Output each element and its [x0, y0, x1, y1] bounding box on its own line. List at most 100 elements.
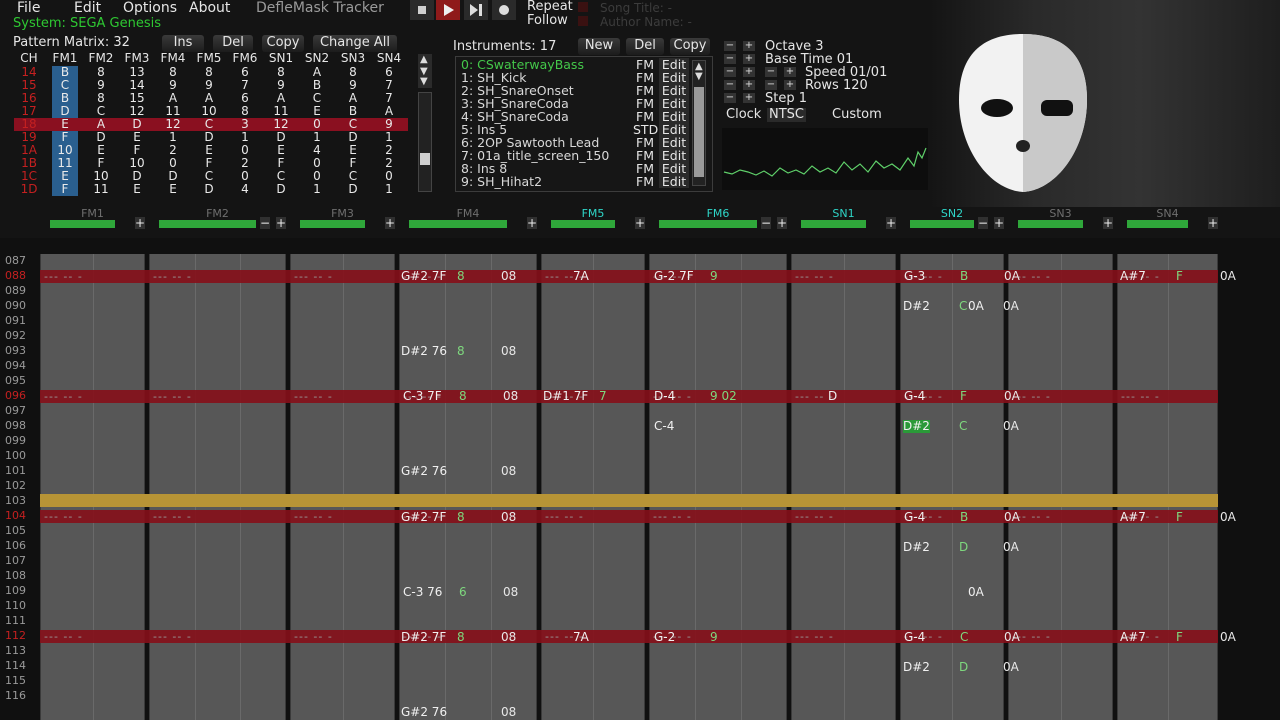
channel-column[interactable]: [649, 254, 787, 720]
note-cell[interactable]: G-3 B 0A: [904, 270, 1034, 283]
ntsc-button[interactable]: NTSC: [767, 108, 806, 122]
channel-mute-toggle[interactable]: [159, 220, 256, 228]
base-time-plus-button[interactable]: +: [743, 54, 755, 64]
expand-channel-button[interactable]: +: [635, 217, 645, 229]
speed1-plus-button[interactable]: +: [743, 67, 755, 77]
follow-toggle[interactable]: [578, 16, 588, 26]
note-cell[interactable]: G#2 76 08: [401, 706, 531, 719]
expand-channel-button[interactable]: +: [994, 217, 1004, 229]
pm-ins-button[interactable]: Ins: [162, 35, 204, 52]
note-cell[interactable]: C-3 7F 8 08: [403, 390, 533, 403]
menu-file[interactable]: File: [17, 0, 40, 16]
repeat-toggle[interactable]: [578, 2, 588, 12]
note-cell[interactable]: G#2 76 08: [401, 465, 531, 478]
instrument-name[interactable]: 9: SH_Hihat2: [461, 175, 542, 188]
rows-plus-button[interactable]: +: [743, 80, 755, 90]
pm-cell[interactable]: 4: [227, 183, 263, 196]
pm-scroll-thumb[interactable]: [420, 153, 430, 165]
expand-channel-button[interactable]: +: [527, 217, 537, 229]
expand-channel-button[interactable]: +: [886, 217, 896, 229]
rows-plus2-button[interactable]: +: [784, 80, 796, 90]
play-button[interactable]: [436, 0, 460, 20]
octave-plus-button[interactable]: +: [743, 41, 755, 51]
note-cell[interactable]: A#7 F 0A: [1120, 511, 1250, 524]
pm-row-index[interactable]: 1D: [11, 183, 47, 196]
note-cell[interactable]: G-2 7F 9: [654, 270, 784, 283]
base-time-minus-button[interactable]: −: [724, 54, 736, 64]
ins-del-button[interactable]: Del: [626, 38, 664, 55]
channel-mute-toggle[interactable]: [1018, 220, 1083, 228]
note-cell[interactable]: G#2 7F 8 08: [401, 511, 531, 524]
expand-channel-button[interactable]: +: [777, 217, 787, 229]
rows-minus2-button[interactable]: −: [765, 80, 777, 90]
channel-column[interactable]: [149, 254, 286, 720]
note-cell[interactable]: G-4 F 0A: [904, 390, 1034, 403]
note-cell[interactable]: D#2 C 0A: [903, 420, 1033, 433]
ins-copy-button[interactable]: Copy: [670, 38, 710, 55]
channel-mute-toggle[interactable]: [50, 220, 115, 228]
channel-mute-toggle[interactable]: [1127, 220, 1188, 228]
menu-edit[interactable]: Edit: [74, 0, 101, 16]
note-cell[interactable]: G-2 9: [654, 631, 784, 644]
note-cell[interactable]: G-4 B 0A: [904, 511, 1034, 524]
pm-scrollbar[interactable]: [418, 92, 432, 192]
ins-scroll-thumb[interactable]: [694, 87, 704, 177]
pm-cell[interactable]: D: [335, 183, 371, 196]
record-button[interactable]: [492, 0, 516, 20]
octave-minus-button[interactable]: −: [724, 41, 736, 51]
note-cell[interactable]: 0A: [968, 300, 1098, 313]
note-cell[interactable]: G#2 7F 8 08: [401, 270, 531, 283]
expand-channel-button[interactable]: +: [1208, 217, 1218, 229]
step-minus-button[interactable]: −: [724, 93, 736, 103]
song-title-field[interactable]: Song Title: -: [600, 1, 672, 15]
note-cell[interactable]: D#2 7F 8 08: [401, 631, 531, 644]
pm-cell[interactable]: F: [52, 183, 78, 196]
pm-cell[interactable]: D: [191, 183, 227, 196]
rows-minus-button[interactable]: −: [724, 80, 736, 90]
ins-new-button[interactable]: New: [578, 38, 620, 55]
pm-cell[interactable]: E: [119, 183, 155, 196]
pm-cell[interactable]: E: [155, 183, 191, 196]
note-cell[interactable]: D-4 9 02: [654, 390, 784, 403]
channel-mute-toggle[interactable]: [551, 220, 615, 228]
pm-change-all-button[interactable]: Change All: [313, 35, 397, 52]
note-cell[interactable]: D#2 76 8 08: [401, 345, 531, 358]
note-cell[interactable]: C-3 76 6 08: [403, 586, 533, 599]
channel-mute-toggle[interactable]: [801, 220, 866, 228]
note-cell[interactable]: C-4: [654, 420, 784, 433]
speed1-minus-button[interactable]: −: [724, 67, 736, 77]
menu-options[interactable]: Options: [123, 0, 177, 16]
pm-cell[interactable]: 11: [83, 183, 119, 196]
pm-copy-button[interactable]: Copy: [262, 35, 304, 52]
step-plus-button[interactable]: +: [743, 93, 755, 103]
pm-cell[interactable]: 1: [299, 183, 335, 196]
step-forward-button[interactable]: [464, 0, 488, 20]
note-cell[interactable]: G-4 C 0A: [904, 631, 1034, 644]
note-cell[interactable]: 0A: [968, 586, 1098, 599]
channel-mute-toggle[interactable]: [910, 220, 974, 228]
expand-channel-button[interactable]: +: [135, 217, 145, 229]
speed2-plus-button[interactable]: +: [784, 67, 796, 77]
menu-about[interactable]: About: [189, 0, 230, 16]
instrument-row[interactable]: 9: SH_Hihat2 FM Edit: [461, 175, 711, 188]
note-cell[interactable]: A#7 F 0A: [1120, 270, 1250, 283]
note-cell[interactable]: D#2 D 0A: [903, 541, 1033, 554]
channel-mute-toggle[interactable]: [300, 220, 365, 228]
expand-channel-button[interactable]: +: [1103, 217, 1113, 229]
expand-channel-button[interactable]: +: [276, 217, 286, 229]
note-cell[interactable]: A#7 F 0A: [1120, 631, 1250, 644]
channel-mute-toggle[interactable]: [409, 220, 507, 228]
author-name-field[interactable]: Author Name: -: [600, 15, 692, 29]
note-cell[interactable]: D#2 D 0A: [903, 661, 1033, 674]
pm-cell[interactable]: D: [263, 183, 299, 196]
ins-scrollbar[interactable]: ▲ ▼: [692, 60, 706, 186]
channel-column[interactable]: [399, 254, 537, 720]
speed2-minus-button[interactable]: −: [765, 67, 777, 77]
custom-button[interactable]: Custom: [832, 108, 882, 122]
pm-del-button[interactable]: Del: [213, 35, 253, 52]
stop-button[interactable]: [410, 0, 434, 20]
pm-row[interactable]: 1D F 11 E E D 4 D 1 D 1: [14, 183, 408, 196]
pm-scroll-arrows[interactable]: ▲ ▼ ▼: [418, 54, 432, 88]
instrument-edit-button[interactable]: Edit: [659, 175, 689, 188]
expand-channel-button[interactable]: +: [385, 217, 395, 229]
